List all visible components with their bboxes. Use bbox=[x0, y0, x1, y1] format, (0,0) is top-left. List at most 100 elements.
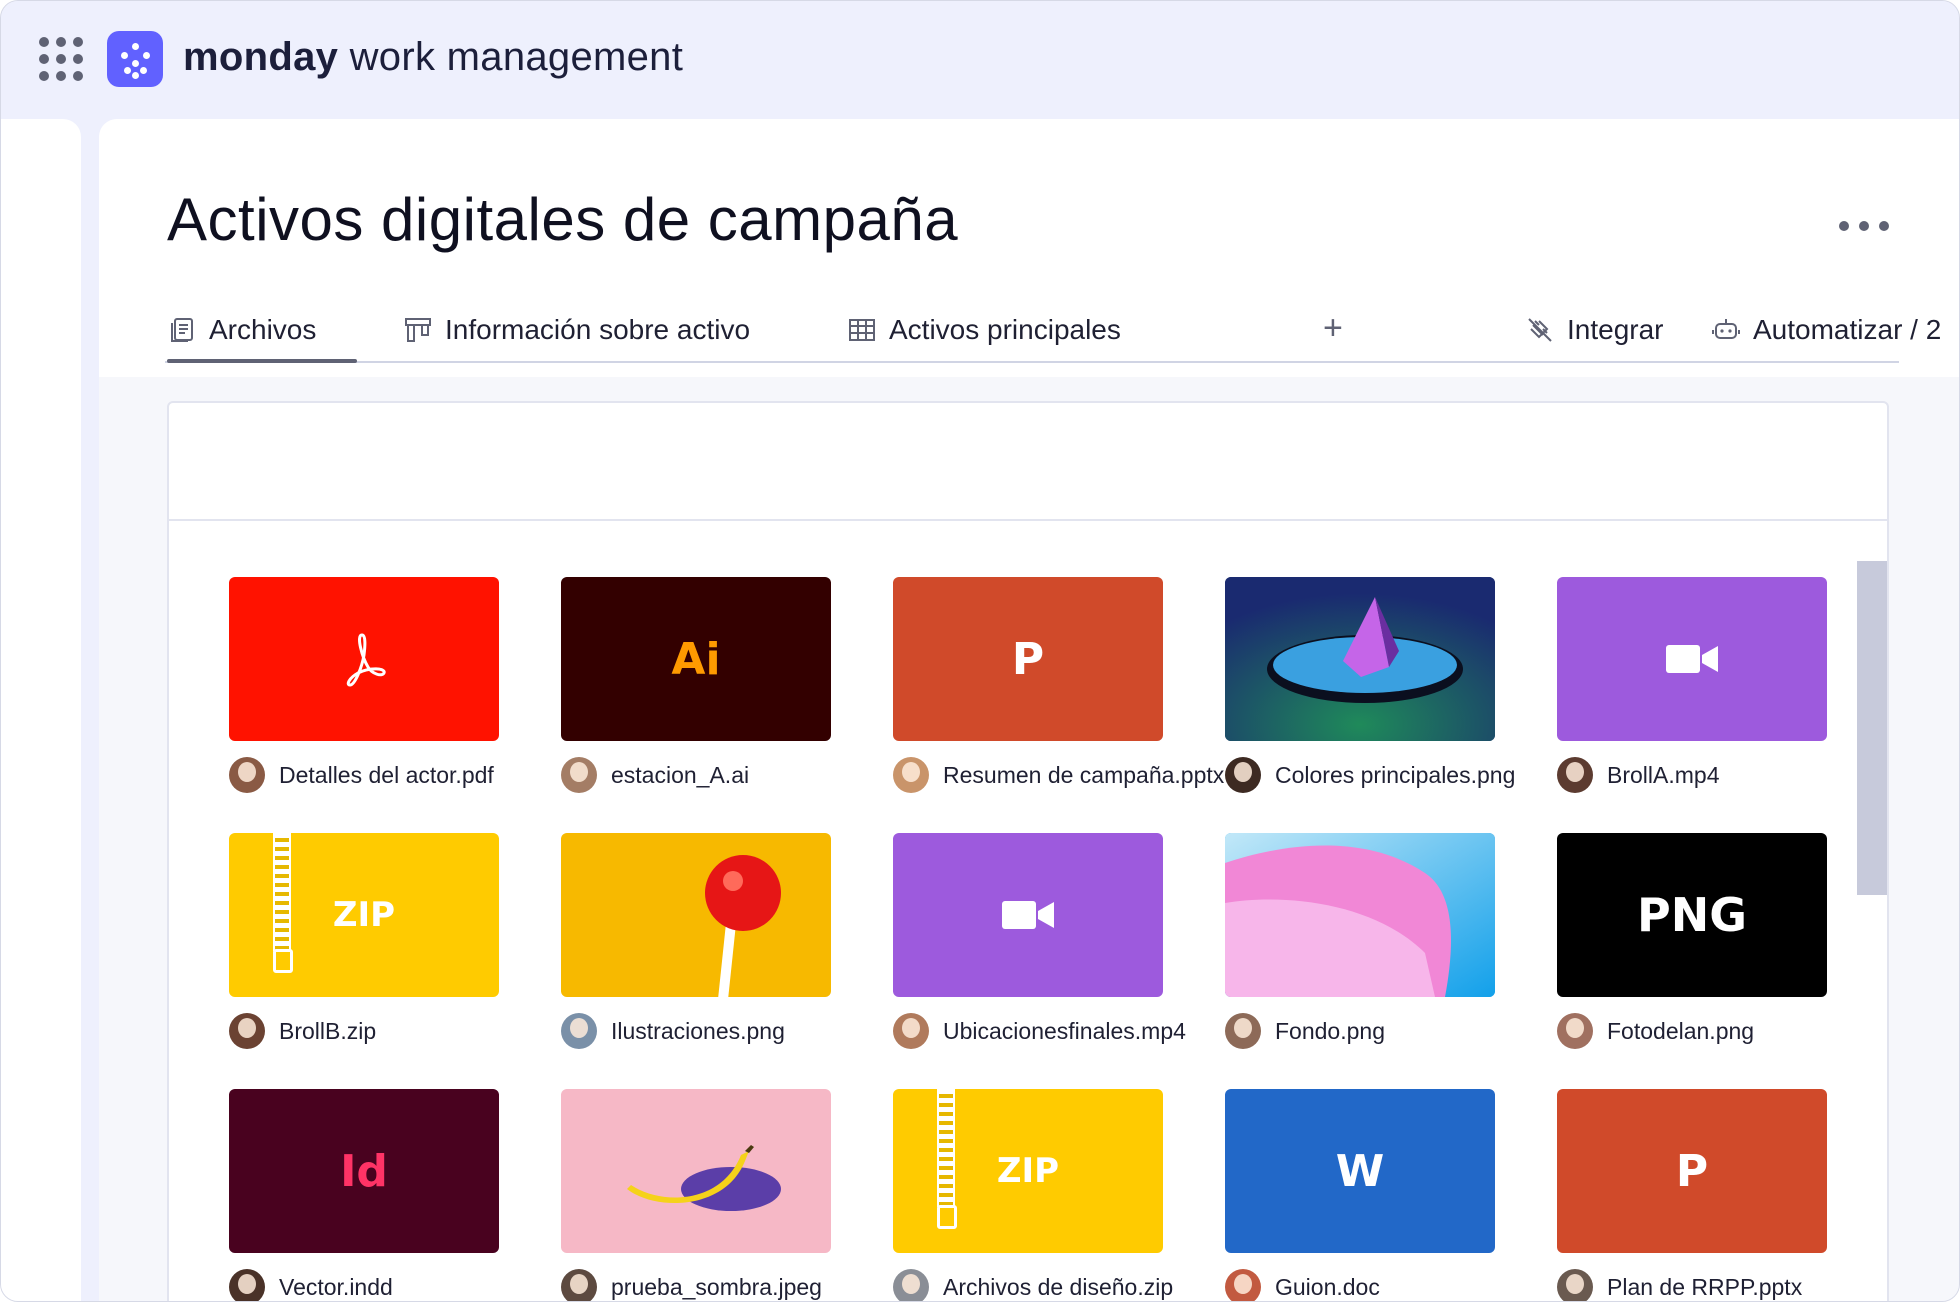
scrollbar[interactable] bbox=[1857, 561, 1887, 895]
file-name[interactable]: Vector.indd bbox=[279, 1274, 393, 1301]
file-card[interactable]: Ilustraciones.png bbox=[561, 833, 831, 1049]
file-thumbnail[interactable]: PNG bbox=[1557, 833, 1827, 997]
file-thumbnail[interactable]: Id bbox=[229, 1089, 499, 1253]
file-meta: Colores principales.png bbox=[1225, 757, 1515, 793]
avatar[interactable] bbox=[229, 757, 265, 793]
robot-icon bbox=[1712, 319, 1740, 339]
file-meta: Detalles del actor.pdf bbox=[229, 757, 494, 793]
file-card[interactable]: Fondo.png bbox=[1225, 833, 1495, 1049]
more-options-icon[interactable] bbox=[1839, 219, 1889, 233]
file-card[interactable]: Colores principales.png bbox=[1225, 577, 1515, 793]
file-thumbnail[interactable]: P bbox=[893, 577, 1163, 741]
board-header: Activos digitales de campaña Archivos In… bbox=[99, 119, 1959, 377]
apps-grid-icon[interactable] bbox=[39, 37, 83, 81]
file-name[interactable]: BrollB.zip bbox=[279, 1018, 376, 1045]
file-card[interactable]: PNG Fotodelan.png bbox=[1557, 833, 1827, 1049]
file-name[interactable]: BrollA.mp4 bbox=[1607, 762, 1719, 789]
file-thumbnail[interactable] bbox=[1225, 577, 1495, 741]
file-name[interactable]: Fotodelan.png bbox=[1607, 1018, 1754, 1045]
file-thumbnail[interactable]: ZIP bbox=[893, 1089, 1163, 1253]
files-icon bbox=[171, 318, 193, 342]
file-name[interactable]: Archivos de diseño.zip bbox=[943, 1274, 1173, 1301]
avatar[interactable] bbox=[893, 1013, 929, 1049]
tab-archivos[interactable]: Archivos bbox=[167, 301, 357, 363]
avatar[interactable] bbox=[893, 757, 929, 793]
avatar[interactable] bbox=[1225, 1269, 1261, 1301]
video-camera-icon bbox=[1002, 901, 1054, 929]
file-thumbnail[interactable]: W bbox=[1225, 1089, 1495, 1253]
avatar[interactable] bbox=[229, 1013, 265, 1049]
avatar[interactable] bbox=[1225, 1013, 1261, 1049]
file-type-label: W bbox=[1335, 1145, 1385, 1197]
automate-button[interactable]: Automatizar / 2 bbox=[1711, 301, 1941, 359]
file-meta: BrollA.mp4 bbox=[1557, 757, 1719, 793]
file-name[interactable]: Ilustraciones.png bbox=[611, 1018, 785, 1045]
file-card[interactable]: Detalles del actor.pdf bbox=[229, 577, 499, 793]
file-thumbnail[interactable] bbox=[1557, 577, 1827, 741]
file-name[interactable]: Fondo.png bbox=[1275, 1018, 1385, 1045]
file-type-label: Id bbox=[340, 1145, 388, 1197]
file-card[interactable]: P Plan de RRPP.pptx bbox=[1557, 1089, 1827, 1301]
file-name[interactable]: Colores principales.png bbox=[1275, 762, 1515, 789]
left-sidebar bbox=[1, 119, 81, 1301]
zipper-graphic bbox=[273, 833, 291, 951]
file-card[interactable]: prueba_sombra.jpeg bbox=[561, 1089, 831, 1301]
avatar[interactable] bbox=[229, 1269, 265, 1301]
file-name[interactable]: Detalles del actor.pdf bbox=[279, 762, 494, 789]
file-type-label: P bbox=[1011, 633, 1045, 685]
tab-activos-principales[interactable]: Activos principales bbox=[847, 301, 1121, 359]
add-view-button[interactable]: + bbox=[1323, 309, 1343, 348]
avatar[interactable] bbox=[561, 1269, 597, 1301]
file-name[interactable]: estacion_A.ai bbox=[611, 762, 749, 789]
file-card[interactable]: Ubicacionesfinales.mp4 bbox=[893, 833, 1186, 1049]
file-card[interactable]: P Resumen de campaña.pptx bbox=[893, 577, 1224, 793]
file-card[interactable]: Ai estacion_A.ai bbox=[561, 577, 831, 793]
file-thumbnail[interactable] bbox=[561, 833, 831, 997]
avatar[interactable] bbox=[893, 1269, 929, 1301]
file-thumbnail[interactable]: ZIP bbox=[229, 833, 499, 997]
file-card[interactable]: ZIP BrollB.zip bbox=[229, 833, 499, 1049]
file-meta: Guion.doc bbox=[1225, 1269, 1380, 1301]
tab-label: Activos principales bbox=[889, 314, 1121, 345]
file-meta: Vector.indd bbox=[229, 1269, 393, 1301]
avatar[interactable] bbox=[561, 757, 597, 793]
lollipop-image bbox=[705, 855, 781, 997]
file-thumbnail[interactable] bbox=[561, 1089, 831, 1253]
file-type-label: P bbox=[1675, 1145, 1709, 1197]
file-card[interactable]: ZIP Archivos de diseño.zip bbox=[893, 1089, 1173, 1301]
file-meta: BrollB.zip bbox=[229, 1013, 376, 1049]
avatar[interactable] bbox=[561, 1013, 597, 1049]
app-window: monday work management Activos digitales… bbox=[0, 0, 1960, 1302]
file-meta: Archivos de diseño.zip bbox=[893, 1269, 1173, 1301]
monday-logo-icon[interactable] bbox=[107, 31, 163, 87]
file-card[interactable]: BrollA.mp4 bbox=[1557, 577, 1827, 793]
file-thumbnail[interactable]: Ai bbox=[561, 577, 831, 741]
banana-image bbox=[627, 1145, 781, 1211]
file-name[interactable]: Plan de RRPP.pptx bbox=[1607, 1274, 1802, 1301]
file-card[interactable]: W Guion.doc bbox=[1225, 1089, 1495, 1301]
avatar[interactable] bbox=[1225, 757, 1261, 793]
file-name[interactable]: Guion.doc bbox=[1275, 1274, 1380, 1301]
tab-informacion[interactable]: Información sobre activo bbox=[403, 301, 750, 359]
file-name[interactable]: Ubicacionesfinales.mp4 bbox=[943, 1018, 1186, 1045]
file-thumbnail[interactable] bbox=[893, 833, 1163, 997]
file-meta: estacion_A.ai bbox=[561, 757, 749, 793]
file-thumbnail[interactable] bbox=[1225, 833, 1495, 997]
avatar[interactable] bbox=[1557, 1269, 1593, 1301]
tab-label: Archivos bbox=[209, 314, 317, 345]
file-card[interactable]: Id Vector.indd bbox=[229, 1089, 499, 1301]
page-title: Activos digitales de campaña bbox=[167, 186, 959, 253]
avatar[interactable] bbox=[1557, 1013, 1593, 1049]
file-thumbnail[interactable] bbox=[229, 577, 499, 741]
crystal-image bbox=[1225, 577, 1495, 741]
file-name[interactable]: Resumen de campaña.pptx bbox=[943, 762, 1224, 789]
automate-label: Automatizar / 2 bbox=[1753, 314, 1942, 345]
file-type-label: ZIP bbox=[332, 895, 396, 935]
file-meta: Plan de RRPP.pptx bbox=[1557, 1269, 1802, 1301]
board-view: Activos digitales de campaña Archivos In… bbox=[99, 119, 1959, 1301]
avatar[interactable] bbox=[1557, 757, 1593, 793]
integrate-button[interactable]: Integrar bbox=[1525, 301, 1664, 359]
file-type-label: PNG bbox=[1637, 888, 1747, 942]
file-name[interactable]: prueba_sombra.jpeg bbox=[611, 1274, 822, 1301]
file-thumbnail[interactable]: P bbox=[1557, 1089, 1827, 1253]
